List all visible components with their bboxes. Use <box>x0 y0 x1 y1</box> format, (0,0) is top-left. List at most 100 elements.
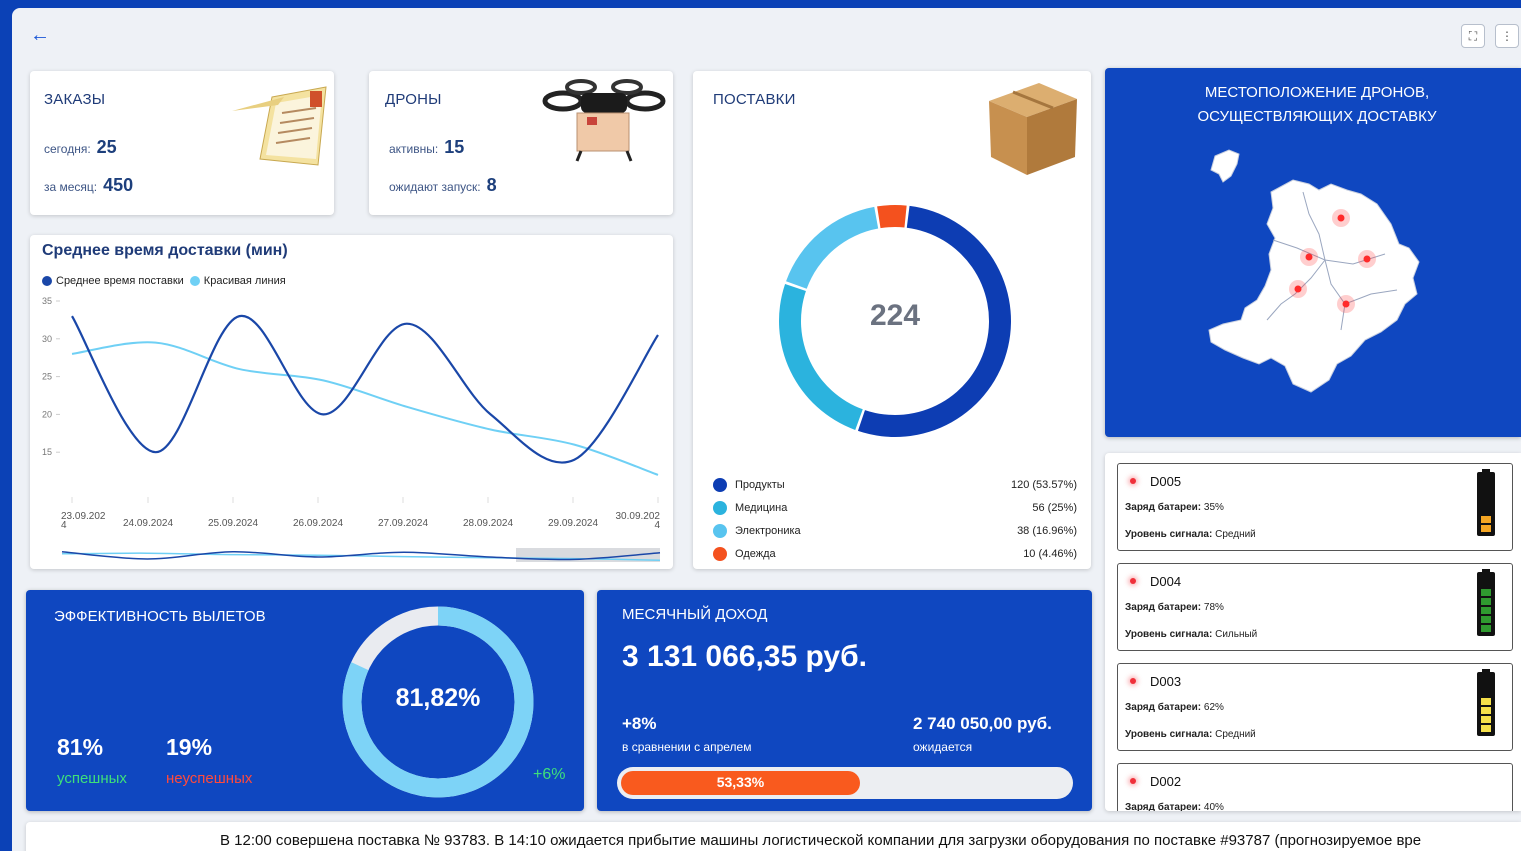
x-tick-label: 26.09.2024 <box>293 518 343 529</box>
battery-icon <box>1477 569 1495 636</box>
drones-active: активны: 15 <box>389 137 464 158</box>
revenue-progress-bar: 53,33% <box>617 767 1073 799</box>
battery-row: Заряд батареи: 62% <box>1125 702 1224 713</box>
y-tick-label: 25 <box>42 372 52 382</box>
signal-row: Уровень сигнала: Средний <box>1125 529 1256 540</box>
y-tick-label: 35 <box>42 296 52 306</box>
revenue-amount: 3 131 066,35 руб. <box>622 640 867 673</box>
drone-icon <box>542 79 666 162</box>
legend-dot <box>713 500 727 515</box>
legend-label: Продукты <box>735 478 785 491</box>
revenue-progress-label: 53,33% <box>716 774 765 790</box>
battery-segment <box>1481 725 1491 732</box>
drone-item-d004[interactable]: D004 Заряд батареи: 78% Уровень сигнала: С… <box>1117 563 1513 651</box>
x-tick-label: 23.09.202 <box>61 511 106 522</box>
battery-segment <box>1481 707 1491 714</box>
y-tick-label: 30 <box>42 334 52 344</box>
orders-title: ЗАКАЗЫ <box>44 91 106 108</box>
drone-id: D005 <box>1150 474 1182 489</box>
chart-range-navigator[interactable] <box>61 548 661 562</box>
drone-id: D004 <box>1150 574 1182 589</box>
battery-segment <box>1481 616 1491 623</box>
deliveries-legend: Продукты 120 (53.57%) Медицина 56 (25%) … <box>713 473 1077 565</box>
order-document-icon <box>232 86 327 166</box>
orders-today: сегодня: 25 <box>44 137 117 158</box>
legend-value: 10 (4.46%) <box>1023 547 1077 560</box>
signal-label: Уровень сигнала: <box>1125 729 1213 740</box>
orders-month-value: 450 <box>103 175 134 195</box>
battery-row: Заряд батареи: 40% <box>1125 802 1224 811</box>
legend-item-electronics[interactable]: Электроника 38 (16.96%) <box>713 519 1077 542</box>
signal-row: Уровень сигнала: Сильный <box>1125 629 1257 640</box>
drones-waiting-label: ожидают запуск: <box>389 180 481 194</box>
battery-label: Заряд батареи: <box>1125 802 1202 811</box>
drone-status-icon <box>1130 778 1136 784</box>
battery-segment <box>1481 716 1491 723</box>
x-tick-label: 29.09.2024 <box>548 518 598 529</box>
x-tick-label: 28.09.2024 <box>463 518 513 529</box>
legend-item-products[interactable]: Продукты 120 (53.57%) <box>713 473 1077 496</box>
drone-item-d002[interactable]: D002 Заряд батареи: 40% <box>1117 763 1513 811</box>
battery-value: 78% <box>1203 602 1224 613</box>
x-tick-label: 4 <box>654 520 660 531</box>
orders-month-label: за месяц: <box>44 180 98 194</box>
drone-map-card: МЕСТОПОЛОЖЕНИЕ ДРОНОВ, ОСУЩЕСТВЛЯЮЩИХ ДО… <box>1105 68 1521 437</box>
battery-label: Заряд батареи: <box>1125 702 1202 713</box>
revenue-title: МЕСЯЧНЫЙ ДОХОД <box>622 606 768 623</box>
battery-value: 62% <box>1203 702 1224 713</box>
ticker-text: В 12:00 совершена поставка № 93783. В 14… <box>220 832 1422 849</box>
drones-card: ДРОНЫ активны: 15 ожидают запуск: 8 <box>369 71 673 215</box>
x-tick-label: 27.09.2024 <box>378 518 428 529</box>
battery-icon <box>1477 469 1495 536</box>
drone-status-icon <box>1130 578 1136 584</box>
fail-pct: 19% <box>166 734 213 760</box>
more-menu-icon[interactable]: ⋮ <box>1495 24 1519 48</box>
battery-segment <box>1481 516 1491 523</box>
donut-slice-2[interactable] <box>786 206 879 289</box>
map-title-line1: МЕСТОПОЛОЖЕНИЕ ДРОНОВ, <box>1204 84 1430 101</box>
signal-value: Средний <box>1215 729 1256 740</box>
x-tick-label: 4 <box>61 520 67 531</box>
legend-label: Одежда <box>735 547 776 560</box>
back-arrow-icon[interactable]: ← <box>30 24 50 46</box>
news-ticker: В 12:00 совершена поставка № 93783. В 14… <box>26 822 1521 851</box>
drones-waiting: ожидают запуск: 8 <box>389 175 497 196</box>
orders-card: ЗАКАЗЫ сегодня: 25 за месяц: 450 <box>30 71 334 215</box>
legend-dot <box>713 523 727 538</box>
deliveries-total: 224 <box>869 299 921 332</box>
fullscreen-icon[interactable]: ⛶ <box>1461 24 1485 48</box>
delivery-time-chart-card: Среднее время доставки (мин) Среднее вре… <box>30 235 673 569</box>
legend-item-clothing[interactable]: Одежда 10 (4.46%) <box>713 542 1077 565</box>
legend-item-medicine[interactable]: Медицина 56 (25%) <box>713 496 1077 519</box>
efficiency-delta: +6% <box>533 766 566 783</box>
x-tick-label: 25.09.2024 <box>208 518 258 529</box>
battery-segment <box>1481 525 1491 532</box>
efficiency-card: ЭФФЕКТИВНОСТЬ ВЫЛЕТОВ 81% успешных 19% н… <box>26 590 584 811</box>
legend-dot <box>713 477 727 492</box>
drones-title: ДРОНЫ <box>385 91 442 108</box>
success-pct: 81% <box>57 734 104 760</box>
efficiency-title: ЭФФЕКТИВНОСТЬ ВЫЛЕТОВ <box>54 608 266 625</box>
battery-segment <box>1481 607 1491 614</box>
series-line-1[interactable] <box>71 341 659 476</box>
x-tick-label: 24.09.2024 <box>123 518 173 529</box>
legend-label: Электроника <box>735 524 801 537</box>
revenue-card: МЕСЯЧНЫЙ ДОХОД 3 131 066,35 руб. +8% в с… <box>597 590 1092 811</box>
dashboard-frame: ← ⛶ ⋮ ЗАКАЗЫ сегодня: 25 за месяц: 450 ДРО… <box>12 8 1521 851</box>
map-region-shape <box>1208 149 1420 393</box>
battery-segment <box>1481 598 1491 605</box>
signal-row: Уровень сигнала: Средний <box>1125 729 1256 740</box>
drone-item-d003[interactable]: D003 Заряд батареи: 62% Уровень сигнала: С… <box>1117 663 1513 751</box>
expected-amount: 2 740 050,00 руб. <box>913 714 1052 733</box>
series-line-0[interactable] <box>71 315 659 464</box>
y-tick-label: 15 <box>42 447 52 457</box>
battery-value: 35% <box>1203 502 1224 513</box>
drone-item-d005[interactable]: D005 Заряд батареи: 35% Уровень сигнала: С… <box>1117 463 1513 551</box>
moscow-map[interactable] <box>1201 144 1433 414</box>
drone-id: D003 <box>1150 674 1182 689</box>
legend-value: 38 (16.96%) <box>1017 524 1077 537</box>
drone-list[interactable]: D005 Заряд батареи: 35% Уровень сигнала: С… <box>1105 453 1521 811</box>
donut-slice-3[interactable] <box>877 205 907 229</box>
legend-value: 56 (25%) <box>1032 501 1077 514</box>
signal-value: Сильный <box>1215 629 1258 640</box>
